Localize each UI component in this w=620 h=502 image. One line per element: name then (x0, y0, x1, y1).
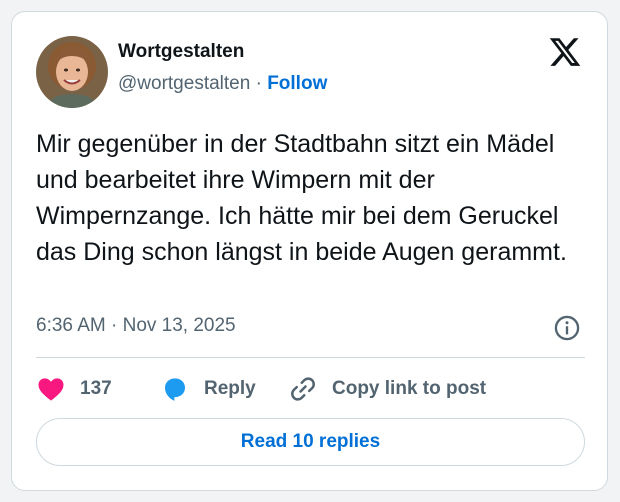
tweet-card: Wortgestalten @wortgestalten · Follow Mi… (11, 11, 608, 491)
like-count: 137 (80, 378, 112, 399)
tweet-text: Mir gegenüber in der Stadtbahn sitzt ein… (36, 130, 567, 266)
author-handle-row: @wortgestalten · Follow (118, 73, 327, 95)
copy-link-label: Copy link to post (332, 378, 487, 399)
x-logo-icon[interactable] (548, 35, 582, 69)
author-avatar[interactable] (36, 36, 108, 108)
author-handle[interactable]: @wortgestalten (118, 73, 250, 94)
divider (36, 357, 585, 358)
copy-link-button[interactable]: Copy link to post (288, 372, 486, 406)
read-replies-button[interactable]: Read 10 replies (36, 418, 585, 466)
link-icon (291, 377, 315, 401)
follow-button[interactable]: Follow (267, 73, 327, 94)
reply-button[interactable]: Reply (160, 372, 256, 406)
reply-bubble-icon (165, 378, 185, 401)
tweet-timestamp[interactable]: 6:36 AM · Nov 13, 2025 (36, 315, 236, 337)
reply-label: Reply (204, 378, 256, 399)
avatar-image (36, 36, 108, 108)
author-display-name[interactable]: Wortgestalten (118, 41, 244, 63)
like-button[interactable]: 137 (36, 372, 112, 406)
heart-icon (38, 378, 64, 401)
info-icon[interactable] (553, 314, 581, 342)
handle-separator: · (250, 73, 268, 94)
